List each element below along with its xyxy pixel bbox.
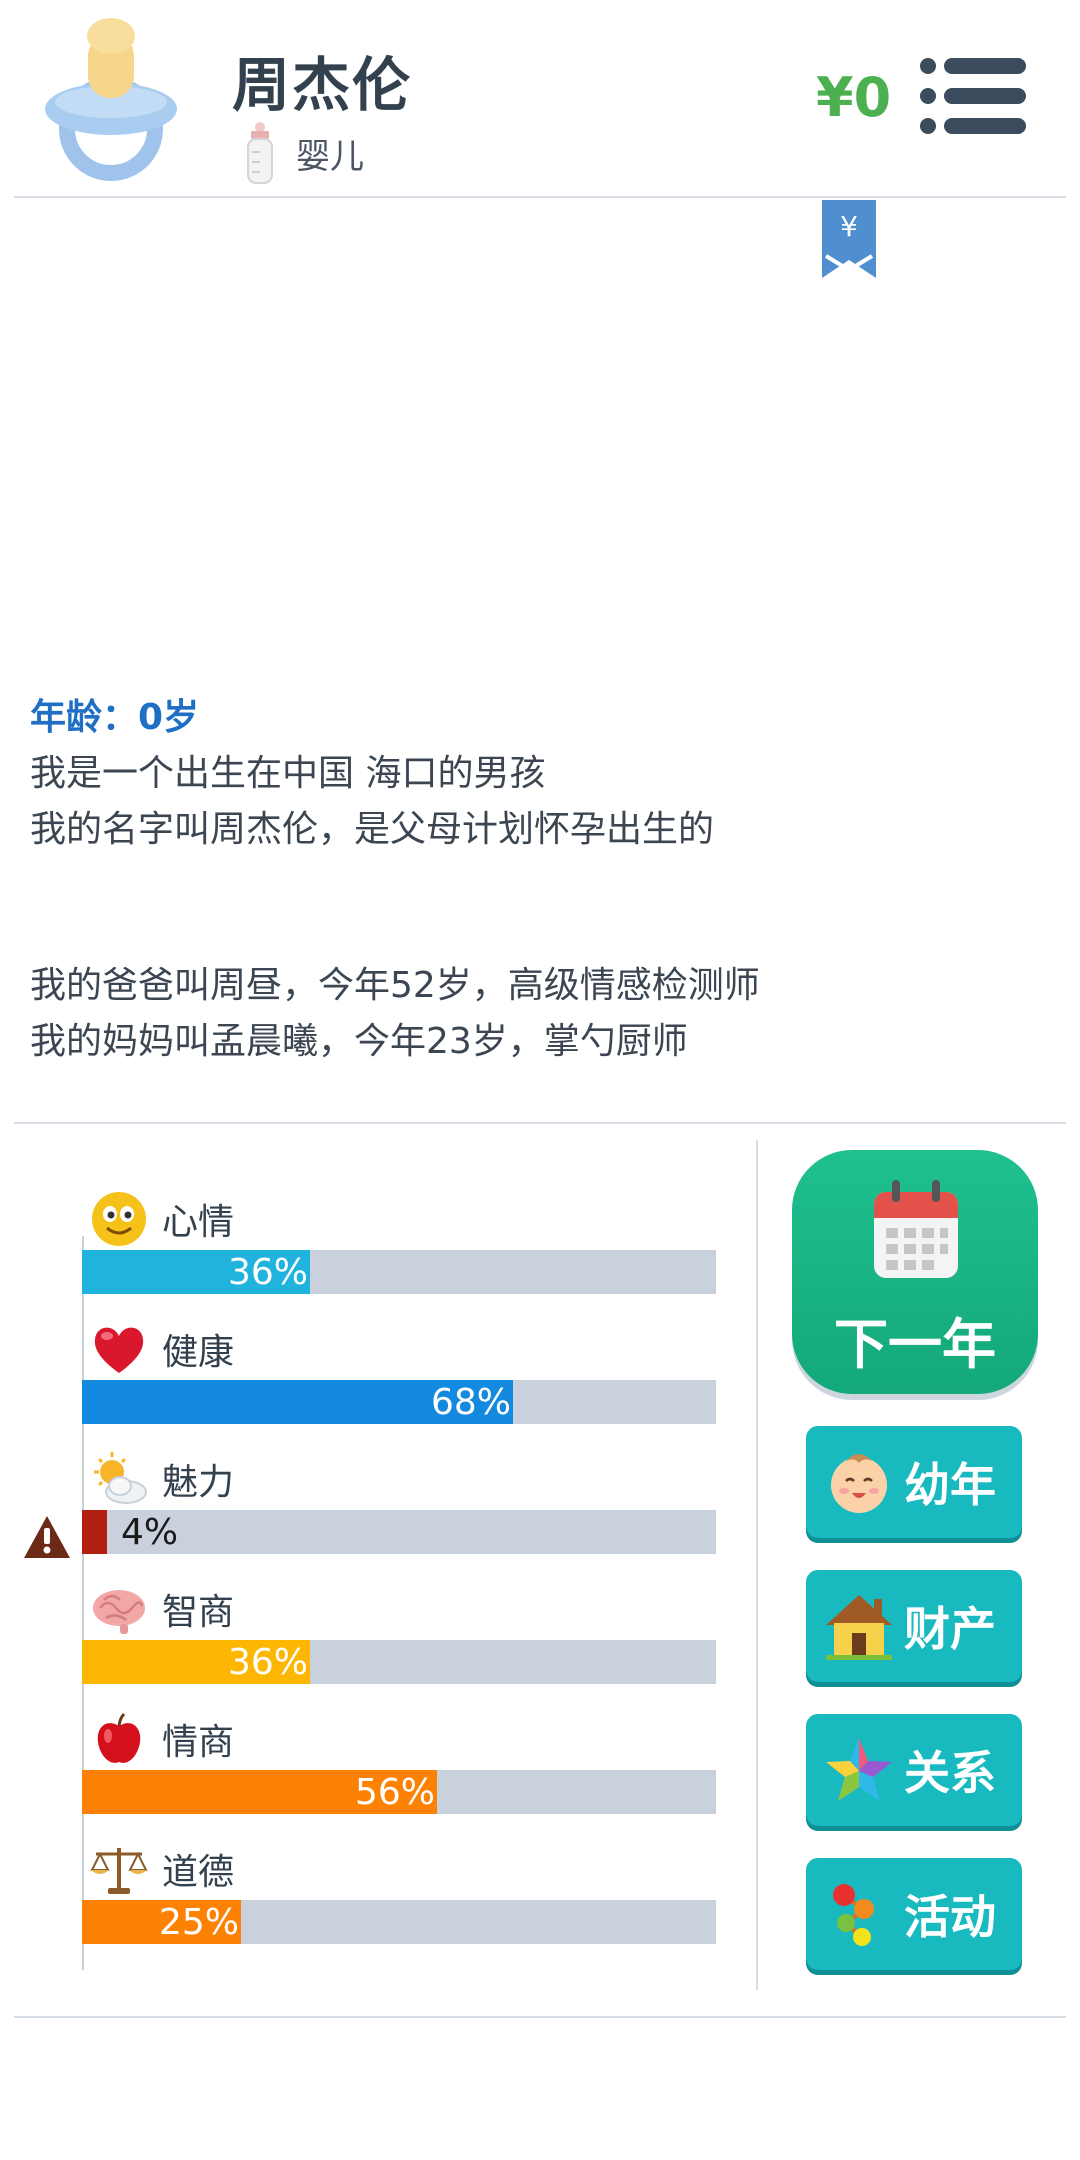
story-line: 我的爸爸叫周昼，今年52岁，高级情感检测师	[30, 965, 760, 1006]
stat-label: 智商	[162, 1592, 235, 1633]
childhood-button[interactable]: 幼年	[806, 1426, 1022, 1538]
warning-triangle-icon	[24, 1516, 70, 1558]
baby-bottle-icon	[247, 122, 273, 184]
stat-percent: 36%	[227, 1642, 308, 1683]
colored-dots-icon	[833, 1884, 874, 1946]
sun-behind-cloud-icon	[94, 1452, 147, 1504]
stat-bar: 4%	[82, 1510, 716, 1554]
apple-icon	[97, 1712, 141, 1763]
stats-panel: 心情 36% 健康 68% 魅力 4% 智商 36% 情商 56% 道德 25%	[0, 1140, 760, 1980]
stat-label: 情商	[162, 1722, 235, 1763]
smiley-face-icon	[92, 1192, 146, 1246]
story-line: 我是一个出生在中国 海口的男孩	[30, 753, 546, 794]
brain-icon	[93, 1590, 145, 1634]
life-stage-label: 婴儿	[296, 136, 364, 177]
pacifier-icon[interactable]	[36, 14, 186, 184]
property-label: 财产	[904, 1602, 996, 1656]
stats-axis	[82, 1236, 84, 1970]
balance-scale-icon	[90, 1848, 148, 1894]
stat-percent: 68%	[430, 1382, 511, 1423]
stat-label: 健康	[162, 1332, 235, 1373]
calendar-icon	[874, 1180, 958, 1278]
panel-divider	[756, 1140, 758, 1990]
header-divider	[14, 196, 1066, 198]
activities-button[interactable]: 活动	[806, 1858, 1022, 1970]
next-year-label: 下一年	[834, 1313, 996, 1376]
life-stage: 婴儿	[244, 122, 364, 184]
childhood-label: 幼年	[904, 1458, 996, 1512]
header: 周杰伦 婴儿 ¥0	[0, 0, 1080, 197]
footer-divider	[14, 2016, 1066, 2018]
relationships-label: 关系	[904, 1746, 996, 1800]
money-balance[interactable]: ¥0	[816, 66, 891, 129]
age-heading: 年龄：0岁	[30, 697, 200, 738]
stat-bar: 36%	[82, 1250, 716, 1294]
stat-bar: 56%	[82, 1770, 716, 1814]
ribbon-label: ¥	[840, 210, 858, 243]
relationships-button[interactable]: 关系	[806, 1714, 1022, 1826]
stat-bar: 36%	[82, 1640, 716, 1684]
stat-label: 魅力	[162, 1462, 235, 1503]
heart-icon	[94, 1327, 144, 1373]
stat-bar-fill	[82, 1510, 107, 1554]
stat-label: 心情	[162, 1202, 235, 1243]
stat-label: 道德	[162, 1852, 235, 1893]
house-icon	[826, 1595, 892, 1660]
stat-percent: 56%	[354, 1772, 435, 1813]
stat-bar: 68%	[82, 1380, 716, 1424]
activities-label: 活动	[904, 1890, 996, 1944]
story-divider	[14, 1122, 1066, 1124]
story-log: 年龄：0岁 我是一个出生在中国 海口的男孩 我的名字叫周杰伦，是父母计划怀孕出生…	[30, 690, 1050, 1070]
stat-bar: 25%	[82, 1900, 716, 1944]
stat-percent: 25%	[158, 1902, 239, 1943]
baby-face-icon	[831, 1454, 887, 1513]
story-line: 我的妈妈叫孟晨曦，今年23岁，掌勺厨师	[30, 1021, 688, 1062]
next-year-button[interactable]: 下一年	[792, 1150, 1038, 1394]
character-name: 周杰伦	[232, 51, 413, 119]
story-line: 我的名字叫周杰伦，是父母计划怀孕出生的	[30, 809, 715, 850]
bookmark-ribbon-icon[interactable]: ¥	[822, 200, 876, 278]
stat-percent: 4%	[121, 1512, 179, 1553]
property-button[interactable]: 财产	[806, 1570, 1022, 1682]
menu-list-icon[interactable]	[918, 56, 1028, 136]
stat-percent: 36%	[227, 1252, 308, 1293]
star-icon	[826, 1738, 892, 1801]
